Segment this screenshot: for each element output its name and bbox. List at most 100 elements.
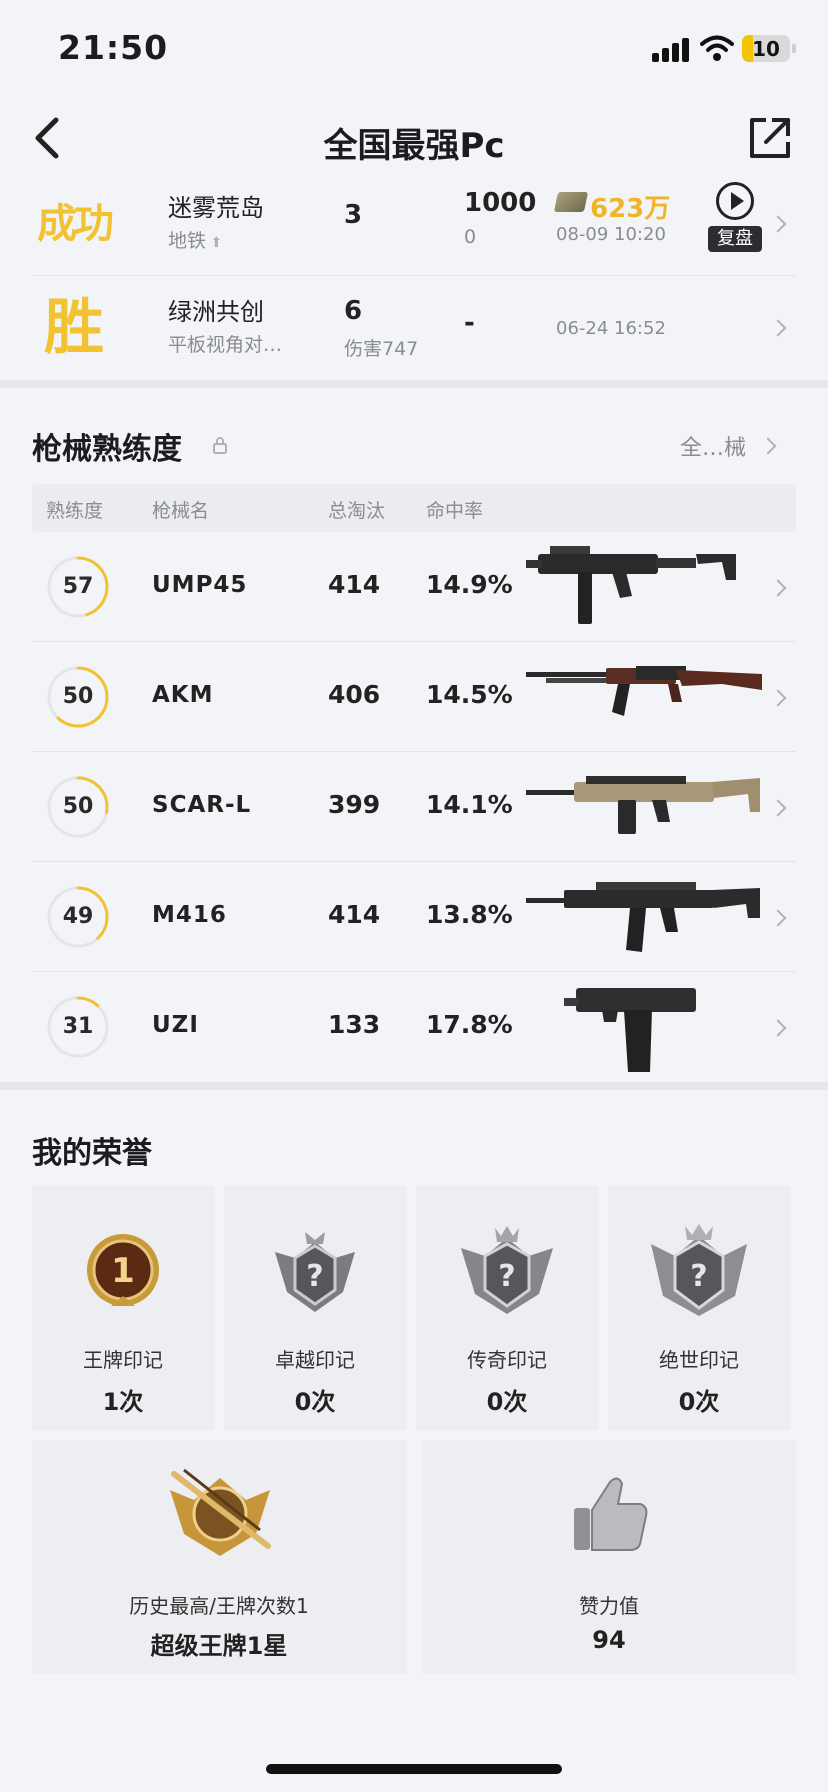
match-mode: 平板视角对… bbox=[168, 334, 283, 356]
chevron-right-icon bbox=[769, 1019, 787, 1037]
match-map: 绿洲共创 bbox=[168, 298, 264, 326]
ump45-image bbox=[526, 546, 736, 624]
chevron-right-icon bbox=[769, 215, 787, 233]
chevron-right-icon bbox=[769, 319, 787, 337]
match-row[interactable]: 成功 迷雾荒岛 地铁 ⬆ 3 1000 0 623万 08-09 10:20 复… bbox=[32, 172, 796, 276]
match-score: - bbox=[464, 308, 475, 338]
match-map: 迷雾荒岛 bbox=[168, 194, 264, 222]
weapons-section-title: 枪械熟练度 bbox=[32, 432, 182, 467]
cash-stack-icon bbox=[553, 192, 589, 212]
proficiency-level: 50 bbox=[62, 794, 94, 819]
status-bar: 21:50 10 bbox=[0, 0, 828, 96]
locked-badge-icon: ? bbox=[275, 1232, 355, 1312]
weapon-kills: 414 bbox=[328, 900, 381, 929]
weapon-name: AKM bbox=[152, 682, 214, 708]
honor-count: 1次 bbox=[102, 1388, 144, 1416]
weapon-kills: 406 bbox=[328, 680, 381, 709]
match-damage: 伤害747 bbox=[344, 338, 419, 360]
honor-card-legend[interactable]: ? 传奇印记 0次 bbox=[416, 1186, 598, 1430]
highest-tier-card[interactable]: 历史最高/王牌次数1 超级王牌1星 bbox=[32, 1440, 406, 1674]
thumbs-up-icon bbox=[574, 1477, 648, 1551]
match-row[interactable]: 胜 绿洲共创 平板视角对… 6 伤害747 - 06-24 16:52 bbox=[32, 276, 796, 380]
weapon-name: UMP45 bbox=[152, 572, 248, 598]
battery-cap bbox=[792, 44, 796, 53]
honor-card-ace[interactable]: 1 王牌印记 1次 bbox=[32, 1186, 214, 1430]
weapon-name: UZI bbox=[152, 1012, 199, 1038]
locked-badge-icon: ? bbox=[461, 1226, 553, 1314]
match-result-badge: 成功 bbox=[37, 201, 114, 247]
honor-card-excellent[interactable]: ? 卓越印记 0次 bbox=[224, 1186, 406, 1430]
proficiency-level: 49 bbox=[62, 904, 94, 929]
weapon-row[interactable]: 31 UZI 133 17.8% bbox=[32, 972, 796, 1082]
svg-text:1: 1 bbox=[111, 1251, 135, 1291]
weapon-row[interactable]: 50 AKM 406 14.5% bbox=[32, 642, 796, 752]
col-proficiency: 熟练度 bbox=[46, 500, 104, 522]
weapon-kills: 399 bbox=[328, 790, 381, 819]
match-score-sub: 0 bbox=[464, 226, 477, 248]
m416-image bbox=[526, 882, 760, 952]
battery-level: 10 bbox=[752, 37, 780, 61]
match-score: 1000 bbox=[464, 188, 537, 218]
weapon-name: SCAR-L bbox=[152, 792, 252, 818]
honors-section-title: 我的荣誉 bbox=[32, 1136, 152, 1171]
weapon-name: M416 bbox=[152, 902, 227, 928]
proficiency-level: 31 bbox=[62, 1014, 94, 1039]
page-title: 全国最强Pc bbox=[323, 126, 505, 166]
money-amount: 623万 bbox=[590, 194, 671, 224]
chevron-right-icon bbox=[769, 579, 787, 597]
home-indicator[interactable] bbox=[266, 1764, 562, 1774]
akm-image bbox=[526, 666, 762, 716]
match-rank: 3 bbox=[344, 200, 363, 230]
weapons-table-header: 熟练度 枪械名 总淘汰 命中率 bbox=[32, 484, 796, 532]
section-divider bbox=[0, 380, 828, 388]
chevron-right-icon bbox=[769, 689, 787, 707]
chevron-right-icon bbox=[759, 437, 777, 455]
col-accuracy: 命中率 bbox=[426, 500, 484, 522]
weapon-accuracy: 17.8% bbox=[426, 1010, 513, 1039]
weapon-row[interactable]: 50 SCAR-L 399 14.1% bbox=[32, 752, 796, 862]
chevron-right-icon bbox=[769, 909, 787, 927]
svg-text:?: ? bbox=[306, 1259, 323, 1294]
share-icon[interactable] bbox=[748, 116, 792, 160]
weapon-row[interactable]: 49 M416 414 13.8% bbox=[32, 862, 796, 972]
proficiency-level: 57 bbox=[62, 574, 94, 599]
match-rank: 6 bbox=[344, 296, 363, 326]
match-history: 成功 迷雾荒岛 地铁 ⬆ 3 1000 0 623万 08-09 10:20 复… bbox=[0, 172, 828, 380]
likes-label: 赞力值 bbox=[579, 1594, 639, 1618]
chevron-right-icon bbox=[769, 799, 787, 817]
honor-label: 绝世印记 bbox=[659, 1348, 739, 1372]
match-mode: 地铁 ⬆ bbox=[168, 230, 223, 252]
weapon-row[interactable]: 57 UMP45 414 14.9% bbox=[32, 532, 796, 642]
match-result-badge: 胜 bbox=[44, 293, 104, 363]
status-time: 21:50 bbox=[58, 28, 169, 67]
honor-grid: 1 王牌印记 1次 ? 卓越印记 0次 ? 传奇印记 0次 ? 绝世印记 0次 bbox=[32, 1186, 796, 1430]
honor-label: 卓越印记 bbox=[275, 1348, 355, 1372]
weapon-accuracy: 14.5% bbox=[426, 680, 513, 709]
replay-label: 复盘 bbox=[708, 226, 762, 252]
highest-tier-label: 历史最高/王牌次数1 bbox=[129, 1594, 309, 1618]
weapon-kills: 414 bbox=[328, 570, 381, 599]
replay-button[interactable]: 复盘 bbox=[708, 182, 762, 258]
ace-medal-icon: 1 bbox=[87, 1234, 159, 1306]
locked-badge-icon: ? bbox=[651, 1224, 747, 1316]
honor-card-peerless[interactable]: ? 绝世印记 0次 bbox=[608, 1186, 790, 1430]
weapon-kills: 133 bbox=[328, 1010, 381, 1039]
proficiency-level: 50 bbox=[62, 684, 94, 709]
honor-count: 0次 bbox=[294, 1388, 336, 1416]
weapon-accuracy: 14.9% bbox=[426, 570, 513, 599]
replay-icon bbox=[716, 182, 754, 220]
all-weapons-label: 全…械 bbox=[680, 436, 747, 461]
wifi-icon bbox=[700, 35, 734, 61]
section-divider bbox=[0, 1082, 828, 1090]
likes-card[interactable]: 赞力值 94 bbox=[422, 1440, 796, 1674]
col-weapon-name: 枪械名 bbox=[152, 500, 210, 522]
honor-label: 传奇印记 bbox=[467, 1348, 547, 1372]
match-date: 06-24 16:52 bbox=[556, 318, 666, 339]
honor-count: 0次 bbox=[486, 1388, 528, 1416]
uzi-image bbox=[564, 988, 696, 1072]
all-weapons-link[interactable]: 全…械 bbox=[680, 430, 746, 462]
battery-icon: 10 bbox=[742, 35, 790, 62]
ace-tier-badge-icon bbox=[170, 1468, 271, 1556]
scar-l-image bbox=[526, 776, 760, 834]
lock-icon[interactable] bbox=[212, 436, 228, 454]
